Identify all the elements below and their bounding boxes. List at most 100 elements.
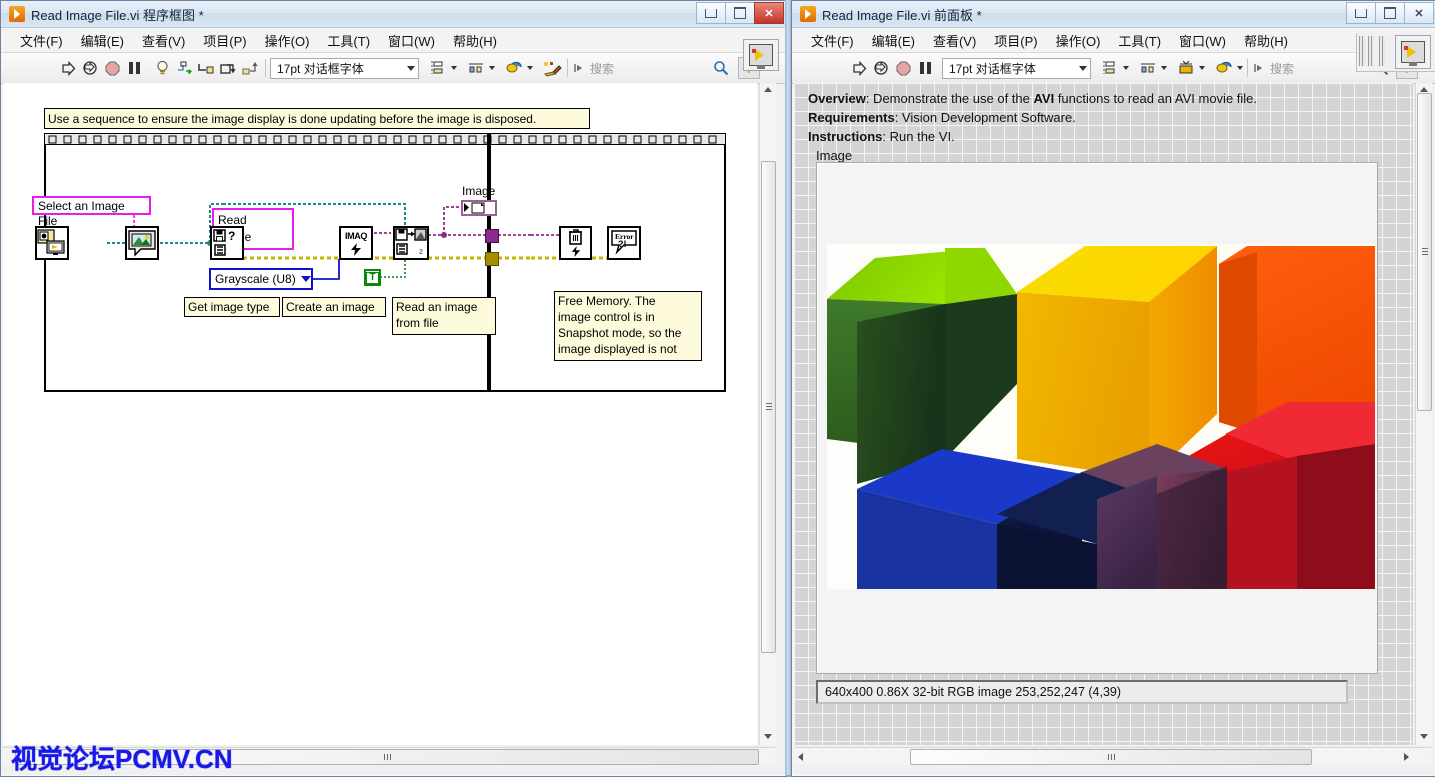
highlight-execution-bulb-icon[interactable]: [151, 57, 173, 79]
imaq-get-image-type-node[interactable]: ?: [210, 226, 244, 260]
close-button[interactable]: ✕: [1404, 2, 1434, 24]
menu-edit[interactable]: 编辑(E): [863, 29, 924, 52]
reorder-chevron-icon[interactable]: [1237, 66, 1243, 70]
menu-help[interactable]: 帮助(H): [444, 29, 506, 52]
imaq-readfile-node[interactable]: 2: [393, 226, 429, 260]
menu-operate[interactable]: 操作(O): [256, 29, 319, 52]
minimize-button[interactable]: [696, 2, 725, 24]
distribute-chevron-icon[interactable]: [489, 66, 495, 70]
image-indicator-terminal[interactable]: [461, 200, 497, 216]
font-selector[interactable]: 17pt 对话框字体: [270, 58, 419, 79]
run-continuously-icon[interactable]: [870, 57, 892, 79]
fp-hscroll-right-arrow[interactable]: [1404, 753, 1409, 761]
svg-text:?!: ?!: [618, 239, 627, 249]
clean-up-diagram-icon[interactable]: [541, 57, 563, 79]
labview-vi-icon: [800, 6, 816, 22]
fp-hscroll-left-arrow[interactable]: [798, 753, 803, 761]
image-display-control[interactable]: [816, 162, 1378, 674]
labview-vi-icon: [9, 6, 25, 22]
reorder-icon[interactable]: [503, 57, 525, 79]
comment-read-an-image: Read an image from file: [392, 297, 496, 335]
front-panel-titlebar[interactable]: Read Image File.vi 前面板 * ✕: [792, 1, 1435, 28]
block-diagram-vscrollbar[interactable]: [759, 83, 776, 745]
true-constant[interactable]: T: [364, 269, 381, 286]
front-panel-title: Read Image File.vi 前面板 *: [822, 5, 982, 24]
vscroll-down-arrow[interactable]: [764, 734, 772, 739]
simple-error-handler-node[interactable]: Error ?!: [607, 226, 641, 260]
abort-execution-icon[interactable]: [892, 57, 914, 79]
run-continuously-icon[interactable]: [79, 57, 101, 79]
menu-file[interactable]: 文件(F): [802, 29, 863, 52]
select-image-file-label[interactable]: Select an Image File: [32, 196, 151, 215]
menu-help[interactable]: 帮助(H): [1235, 29, 1297, 52]
font-selector[interactable]: 17pt 对话框字体: [942, 58, 1091, 79]
menu-project[interactable]: 项目(P): [985, 29, 1046, 52]
toolbar-overflow-icon[interactable]: [1252, 57, 1264, 79]
menu-view[interactable]: 查看(V): [133, 29, 194, 52]
minimize-button[interactable]: [1346, 2, 1375, 24]
menu-window[interactable]: 窗口(W): [379, 29, 444, 52]
image-file-path-control[interactable]: [125, 226, 159, 260]
window-controls: ✕: [1346, 2, 1434, 24]
menu-view[interactable]: 查看(V): [924, 29, 985, 52]
vscroll-thumb[interactable]: [761, 161, 776, 653]
retain-wire-values-icon[interactable]: [173, 57, 195, 79]
block-diagram-canvas[interactable]: Use a sequence to ensure the image displ…: [3, 83, 757, 745]
run-arrow-icon[interactable]: [57, 57, 79, 79]
fp-vscroll-up-arrow[interactable]: [1420, 87, 1428, 92]
overview-text-1: : Demonstrate the use of the: [866, 91, 1034, 106]
tool-strip-grip-3[interactable]: [1379, 36, 1385, 66]
step-out-icon[interactable]: [239, 57, 261, 79]
search-input[interactable]: 搜索: [1264, 60, 1370, 77]
reorder-chevron-icon[interactable]: [527, 66, 533, 70]
search-input[interactable]: 搜索: [584, 60, 710, 77]
imaq-dispose-node[interactable]: [559, 226, 592, 260]
front-panel-hscrollbar[interactable]: [794, 747, 1431, 765]
step-into-icon[interactable]: [195, 57, 217, 79]
menu-tools[interactable]: 工具(T): [1109, 29, 1170, 52]
menu-window[interactable]: 窗口(W): [1170, 29, 1235, 52]
run-arrow-icon[interactable]: [848, 57, 870, 79]
fp-hscroll-thumb[interactable]: [910, 749, 1312, 765]
align-objects-icon[interactable]: [1099, 57, 1121, 79]
vi-icon: [749, 44, 773, 66]
block-diagram-toolbar: 17pt 对话框字体: [1, 53, 786, 84]
menu-operate[interactable]: 操作(O): [1047, 29, 1110, 52]
menu-project[interactable]: 项目(P): [194, 29, 255, 52]
fp-vscroll-down-arrow[interactable]: [1420, 734, 1428, 739]
requirements-line: Requirements: Vision Development Softwar…: [808, 108, 1076, 127]
fp-vi-run-panel[interactable]: [1395, 35, 1431, 69]
align-chevron-icon[interactable]: [1123, 66, 1129, 70]
resize-chevron-icon[interactable]: [1199, 66, 1205, 70]
toolbar-overflow-icon[interactable]: [572, 57, 584, 79]
maximize-button[interactable]: [725, 2, 754, 24]
magnifier-icon[interactable]: [710, 57, 732, 79]
abort-execution-icon[interactable]: [101, 57, 123, 79]
distribute-objects-icon[interactable]: [465, 57, 487, 79]
pause-icon[interactable]: [914, 57, 936, 79]
pause-icon[interactable]: [123, 57, 145, 79]
vscroll-up-arrow[interactable]: [764, 87, 772, 92]
align-chevron-icon[interactable]: [451, 66, 457, 70]
menu-tools[interactable]: 工具(T): [318, 29, 379, 52]
front-panel-vscrollbar[interactable]: [1415, 83, 1432, 745]
distribute-chevron-icon[interactable]: [1161, 66, 1167, 70]
file-dialog-node[interactable]: [35, 226, 69, 260]
step-over-icon[interactable]: [217, 57, 239, 79]
menu-file[interactable]: 文件(F): [11, 29, 72, 52]
vi-run-panel[interactable]: [743, 39, 779, 71]
fp-vscroll-thumb[interactable]: [1417, 93, 1432, 411]
block-diagram-titlebar[interactable]: Read Image File.vi 程序框图 * ✕: [1, 1, 786, 28]
close-button[interactable]: ✕: [754, 2, 784, 24]
align-objects-icon[interactable]: [427, 57, 449, 79]
image-type-ring-control[interactable]: Grayscale (U8): [209, 268, 313, 290]
maximize-button[interactable]: [1375, 2, 1404, 24]
imaq-create-node[interactable]: IMAQ: [339, 226, 373, 260]
resize-objects-icon[interactable]: [1175, 57, 1197, 79]
menu-edit[interactable]: 编辑(E): [72, 29, 133, 52]
front-panel-canvas[interactable]: Overview: Demonstrate the use of the AVI…: [794, 83, 1413, 745]
tool-strip-grip-2[interactable]: [1368, 36, 1374, 66]
tool-strip-grip[interactable]: [1359, 36, 1365, 66]
reorder-icon[interactable]: [1213, 57, 1235, 79]
distribute-objects-icon[interactable]: [1137, 57, 1159, 79]
